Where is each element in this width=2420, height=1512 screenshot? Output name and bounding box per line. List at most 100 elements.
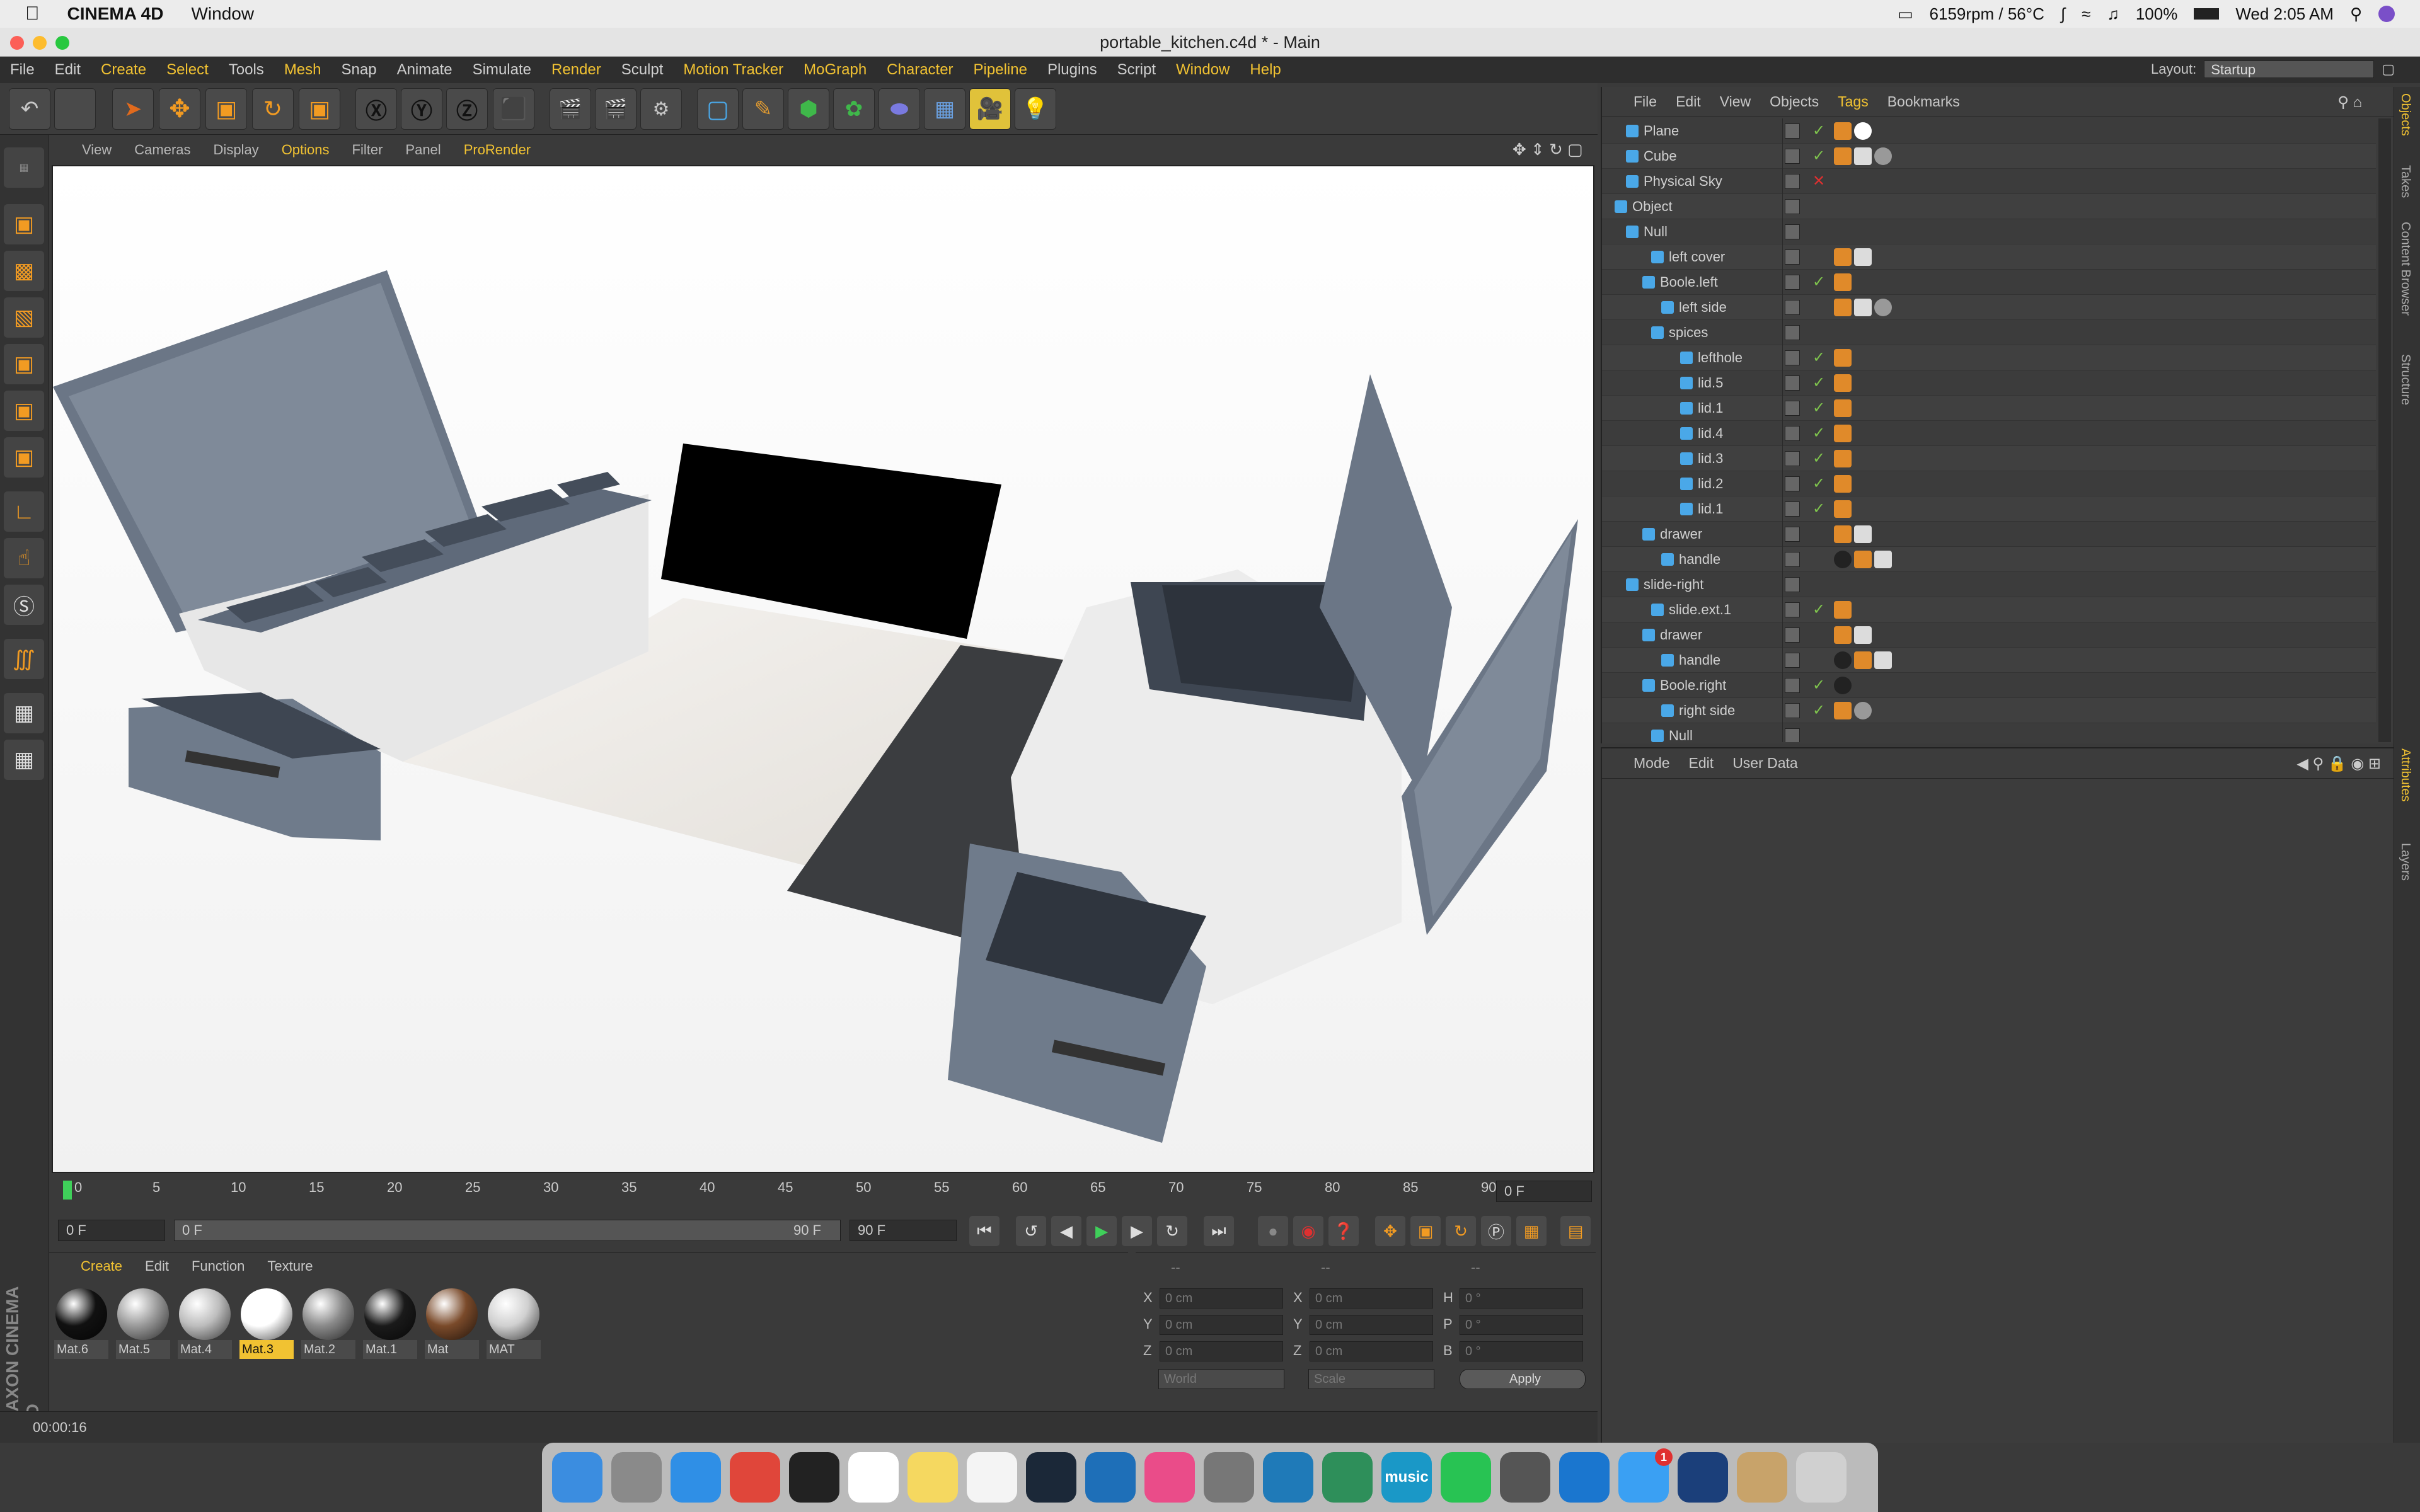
object-tag-icon[interactable] — [1834, 147, 1852, 165]
object-tag-icon[interactable] — [1834, 248, 1852, 266]
layer-flag[interactable] — [1785, 401, 1800, 416]
side-tab-structure[interactable]: Structure — [2398, 354, 2412, 405]
workplane-align-button[interactable]: ▦ — [4, 740, 44, 780]
preview-range-slider[interactable]: 0 F 90 F — [174, 1220, 841, 1241]
menu-character[interactable]: Character — [887, 61, 953, 79]
object-tag-icon[interactable] — [1874, 147, 1892, 165]
apple-icon[interactable]:  — [25, 3, 40, 25]
visibility-check[interactable]: ✕ — [1812, 169, 1825, 194]
material-label[interactable]: Mat.3 — [239, 1340, 294, 1359]
layer-flag[interactable] — [1785, 375, 1800, 391]
menu-pipeline[interactable]: Pipeline — [974, 61, 1027, 79]
deformer-button[interactable]: ⬬ — [879, 88, 920, 130]
menu-window[interactable]: Window — [1176, 61, 1230, 79]
dock-folder-icon[interactable] — [1737, 1452, 1787, 1503]
object-row[interactable]: lid.2 ✓ — [1602, 471, 2376, 496]
move-tool[interactable]: ✥ — [159, 88, 200, 130]
layer-flag[interactable] — [1785, 300, 1800, 315]
wifi-icon[interactable]: ≈ — [2082, 4, 2090, 24]
object-tag-icon[interactable] — [1854, 626, 1872, 644]
dock-vs-code-icon[interactable] — [1085, 1452, 1136, 1503]
object-row[interactable]: Null — [1602, 219, 2376, 244]
dock-system-prefs-icon[interactable] — [1204, 1452, 1254, 1503]
object-tag-icon[interactable] — [1834, 349, 1852, 367]
dock-atom-icon[interactable] — [1322, 1452, 1373, 1503]
material-swatch[interactable] — [488, 1288, 539, 1340]
render-picture-viewer-button[interactable]: 🎬 — [595, 88, 637, 130]
visibility-check[interactable]: ✓ — [1812, 370, 1825, 396]
menu-motion-tracker[interactable]: Motion Tracker — [683, 61, 783, 79]
object-row[interactable]: Boole.left ✓ — [1602, 270, 2376, 295]
layer-flag[interactable] — [1785, 325, 1800, 340]
apply-button[interactable]: Apply — [1460, 1369, 1586, 1389]
attribute-menu-user-data[interactable]: User Data — [1732, 755, 1798, 772]
object-tag-icon[interactable] — [1834, 601, 1852, 619]
live-selection-tool[interactable]: ➤ — [112, 88, 154, 130]
layer-flag[interactable] — [1785, 501, 1800, 517]
object-tag-icon[interactable] — [1874, 299, 1892, 316]
layer-flag[interactable] — [1785, 552, 1800, 567]
layout-dropdown[interactable]: Startup — [2204, 60, 2375, 78]
material-menu-create[interactable]: Create — [81, 1258, 122, 1274]
menu-sculpt[interactable]: Sculpt — [621, 61, 664, 79]
enable-snap-button[interactable]: ∭ — [4, 639, 44, 679]
scale-key-button[interactable]: ▣ — [1410, 1216, 1441, 1246]
cpu-status[interactable]: 6159rpm / 56°C — [1930, 4, 2044, 24]
visibility-check[interactable]: ✓ — [1812, 396, 1825, 421]
object-row[interactable]: Null — [1602, 723, 2376, 742]
attribute-menu-mode[interactable]: Mode — [1634, 755, 1670, 772]
position-key-button[interactable]: ✥ — [1375, 1216, 1405, 1246]
rotate-tool[interactable]: ↻ — [252, 88, 294, 130]
layer-flag[interactable] — [1785, 199, 1800, 214]
menu-file[interactable]: File — [10, 61, 35, 79]
object-row[interactable]: handle — [1602, 547, 2376, 572]
timeline-button[interactable]: ▤ — [1560, 1216, 1591, 1246]
app-menu[interactable]: CINEMA 4D — [67, 4, 164, 24]
object-row[interactable]: lid.1 ✓ — [1602, 396, 2376, 421]
object-menu-edit[interactable]: Edit — [1676, 93, 1701, 110]
menu-script[interactable]: Script — [1117, 61, 1156, 79]
start-frame-field[interactable]: 0 F — [58, 1220, 165, 1241]
cloner-button[interactable]: ✿ — [833, 88, 875, 130]
zoom-button[interactable] — [55, 36, 69, 50]
next-frame-button[interactable]: ▶ — [1122, 1216, 1152, 1246]
coord-world-dropdown[interactable]: World — [1158, 1369, 1284, 1389]
material-label[interactable]: Mat.5 — [116, 1340, 170, 1359]
layer-flag[interactable] — [1785, 426, 1800, 441]
material-menu-function[interactable]: Function — [192, 1258, 245, 1274]
side-tab-content-browser[interactable]: Content Browser — [2398, 222, 2412, 316]
polygons-mode-button[interactable]: ▣ — [4, 437, 44, 478]
y-axis-lock[interactable]: Ⓨ — [401, 88, 442, 130]
layer-flag[interactable] — [1785, 728, 1800, 742]
dock-notes-icon[interactable] — [908, 1452, 958, 1503]
layer-flag[interactable] — [1785, 350, 1800, 365]
object-tag-icon[interactable] — [1834, 525, 1852, 543]
object-menu-file[interactable]: File — [1634, 93, 1657, 110]
object-row[interactable]: lid.4 ✓ — [1602, 421, 2376, 446]
object-scrollbar[interactable] — [2378, 118, 2391, 742]
dock-amazon-music-icon[interactable]: music — [1381, 1452, 1432, 1503]
visibility-check[interactable]: ✓ — [1812, 446, 1825, 471]
next-key-button[interactable]: ↻ — [1157, 1216, 1187, 1246]
layer-flag[interactable] — [1785, 224, 1800, 239]
object-tag-icon[interactable] — [1854, 551, 1872, 568]
visibility-check[interactable]: ✓ — [1812, 345, 1825, 370]
object-menu-tags[interactable]: Tags — [1838, 93, 1869, 110]
model-mode-button[interactable]: ▣ — [4, 204, 44, 244]
render-view-button[interactable]: 🎬 — [550, 88, 591, 130]
object-row[interactable]: slide.ext.1 ✓ — [1602, 597, 2376, 622]
dock-chrome-icon[interactable] — [730, 1452, 780, 1503]
dock-steam-icon[interactable] — [1026, 1452, 1076, 1503]
layer-flag[interactable] — [1785, 275, 1800, 290]
visibility-check[interactable]: ✓ — [1812, 421, 1825, 446]
dock-box-icon[interactable] — [1263, 1452, 1313, 1503]
layer-flag[interactable] — [1785, 527, 1800, 542]
coord-value-field[interactable]: 0 cm — [1310, 1315, 1433, 1335]
object-tag-icon[interactable] — [1834, 551, 1852, 568]
undo-button[interactable]: ↶ — [9, 88, 50, 130]
layer-flag[interactable] — [1785, 627, 1800, 643]
clock[interactable]: Wed 2:05 AM — [2235, 4, 2334, 24]
material-swatch[interactable] — [179, 1288, 231, 1340]
material-swatch[interactable] — [302, 1288, 354, 1340]
object-row[interactable]: Boole.right ✓ — [1602, 673, 2376, 698]
